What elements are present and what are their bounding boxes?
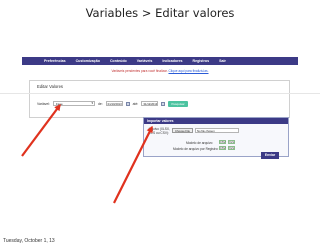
template-label: Modelo de arquivo: bbox=[186, 141, 214, 145]
nav-item-indicators[interactable]: Indicadores bbox=[162, 59, 182, 63]
choose-file-button[interactable]: Choose File bbox=[172, 128, 193, 133]
from-date-field[interactable]: 01/10/2013 bbox=[105, 101, 123, 106]
calendar-icon[interactable] bbox=[161, 101, 166, 106]
import-title: Importar valores bbox=[144, 118, 288, 124]
nav-item-logout[interactable]: Sair bbox=[219, 59, 226, 63]
variable-label: Variável: bbox=[37, 101, 50, 106]
divider bbox=[0, 93, 320, 94]
until-label: até: bbox=[132, 101, 139, 106]
pending-notice-link[interactable]: Clique aqui para finalizá-las. bbox=[168, 69, 208, 73]
chevron-down-icon: ▾ bbox=[91, 101, 93, 105]
template-record-csv-link[interactable]: CSV bbox=[219, 146, 226, 150]
slide-title: Variables > Editar valores bbox=[85, 6, 235, 20]
nav-item-variables[interactable]: Variáveis bbox=[137, 59, 153, 63]
nav-item-records[interactable]: Registros bbox=[193, 59, 210, 63]
file-status: No file chosen bbox=[194, 128, 239, 133]
template-xls-link[interactable]: XLS bbox=[228, 140, 235, 144]
calendar-icon[interactable] bbox=[125, 101, 130, 106]
top-navbar: Preferências Customização Conteúdo Variá… bbox=[22, 57, 298, 65]
nav-item-preferences[interactable]: Preferências bbox=[44, 59, 66, 63]
panel-title: Editar Valores bbox=[37, 84, 63, 89]
from-label: de: bbox=[97, 101, 103, 106]
file-label: Arquivo (XLSX, XLS ou CSV): bbox=[148, 127, 170, 135]
template-record-label: Modelo de arquivo por Registro: bbox=[173, 147, 219, 151]
variable-select[interactable]: Fase ▾ bbox=[52, 101, 95, 106]
edit-values-panel: Editar Valores bbox=[29, 80, 290, 118]
filter-bar: Variável: Fase ▾ de: 01/10/2013 até: 31/… bbox=[37, 100, 188, 107]
search-button[interactable]: Pesquisar bbox=[168, 100, 188, 107]
until-date-field[interactable]: 31/12/2013 bbox=[141, 101, 159, 106]
template-csv-link[interactable]: CSV bbox=[219, 140, 226, 144]
variable-select-value: Fase bbox=[55, 102, 63, 106]
submit-button[interactable]: Enviar bbox=[261, 152, 279, 159]
nav-item-customization[interactable]: Customização bbox=[76, 59, 100, 63]
pending-notice-text: Variáveis pendentes para você finalizar. bbox=[111, 69, 168, 73]
nav-item-content[interactable]: Conteúdo bbox=[110, 59, 127, 63]
import-values-box: Importar valores Arquivo (XLSX, XLS ou C… bbox=[143, 117, 289, 157]
template-record-xls-link[interactable]: XLS bbox=[228, 146, 235, 150]
file-picker: Choose File No file chosen bbox=[172, 128, 239, 133]
pending-notice: Variáveis pendentes para você finalizar.… bbox=[0, 69, 320, 73]
slide-footer: Tuesday, October 1, 13 bbox=[3, 238, 55, 244]
